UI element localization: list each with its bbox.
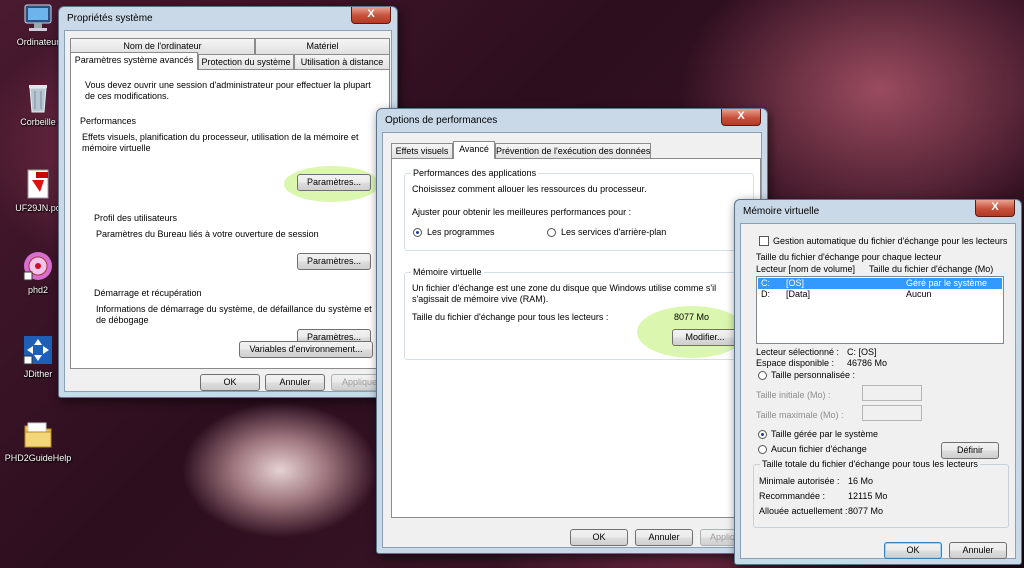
processor-scheduling-group: Performances des applications Choisissez… [404, 168, 754, 251]
drive-list[interactable]: C: [OS] Géré par le système D: [Data] Au… [756, 276, 1004, 344]
group-description: Choisissez comment allouer les ressource… [412, 184, 647, 194]
total-paging-group: Taille totale du fichier d'échange pour … [753, 459, 1009, 528]
selected-drive-value: C: [OS] [847, 347, 877, 357]
per-drive-label: Taille du fichier d'échange pour chaque … [756, 252, 942, 262]
drive-letter: D: [761, 289, 770, 299]
window-title: Options de performances [385, 115, 498, 126]
group-label: Taille totale du fichier d'échange pour … [760, 459, 980, 469]
tab-system-protection[interactable]: Protection du système [198, 54, 294, 70]
title-bar[interactable]: Propriétés système X [59, 7, 397, 30]
window-client-area: Nom de l'ordinateur Matériel Paramètres … [64, 30, 392, 392]
group-description: Effets visuels, planification du process… [82, 132, 359, 153]
close-button[interactable]: X [975, 200, 1015, 217]
virtual-memory-window: Mémoire virtuelle X Gestion automatique … [734, 199, 1022, 565]
admin-note: Vous devez ouvrir une session d'administ… [85, 80, 371, 101]
drive-size: Aucun [906, 289, 932, 299]
close-button[interactable]: X [351, 7, 391, 24]
system-properties-window: Propriétés système X Nom de l'ordinateur… [58, 6, 398, 398]
list-item[interactable]: C: [OS] Géré par le système [758, 278, 1002, 289]
group-label: Profil des utilisateurs [94, 213, 178, 223]
desktop-icon-folder[interactable]: PHD2GuideHelp [2, 418, 74, 463]
tab-remote[interactable]: Utilisation à distance [294, 54, 390, 70]
group-description: Paramètres du Bureau liés à votre ouvert… [96, 229, 319, 239]
drive-size: Géré par le système [906, 278, 988, 288]
drive-letter: C: [761, 278, 770, 288]
recommended-value: 12115 Mo [848, 491, 888, 501]
currently-allocated-label: Allouée actuellement : [759, 506, 848, 516]
radio-background-services-label[interactable]: Les services d'arrière-plan [561, 227, 666, 238]
radio-system-managed[interactable] [758, 430, 767, 439]
jdither-app-icon [22, 334, 54, 366]
window-title: Mémoire virtuelle [743, 206, 820, 217]
initial-size-label: Taille initiale (Mo) : [756, 390, 831, 400]
tab-panel: Performances des applications Choisissez… [391, 158, 761, 518]
ok-button[interactable]: OK [570, 529, 628, 546]
radio-custom-size-label[interactable]: Taille personnalisée : [771, 370, 855, 381]
tab-advanced-settings[interactable]: Paramètres système avancés [70, 52, 198, 70]
recommended-label: Recommandée : [759, 491, 826, 501]
computer-icon [22, 2, 54, 34]
close-button[interactable]: X [721, 109, 761, 126]
list-item[interactable]: D: [Data] Aucun [758, 289, 1002, 300]
phd2-app-icon [22, 250, 54, 282]
min-allowed-label: Minimale autorisée : [759, 476, 840, 486]
modify-button[interactable]: Modifier... [672, 329, 738, 346]
group-label: Démarrage et récupération [94, 288, 202, 298]
min-allowed-value: 16 Mo [848, 476, 874, 486]
radio-custom-size[interactable] [758, 371, 767, 380]
column-header-drive: Lecteur [nom de volume] [756, 264, 856, 274]
ok-button[interactable]: OK [884, 542, 942, 559]
performance-settings-button[interactable]: Paramètres... [297, 174, 371, 191]
initial-size-field[interactable] [862, 385, 922, 401]
drive-name: [Data] [786, 289, 811, 299]
free-space-value: 46786 Mo [847, 358, 888, 368]
folder-icon [22, 418, 54, 450]
ok-button[interactable]: OK [200, 374, 260, 391]
paging-size-label: Taille du fichier d'échange pour tous le… [412, 312, 609, 322]
window-client-area: Effets visuels Avancé Prévention de l'ex… [382, 132, 762, 548]
title-bar[interactable]: Options de performances X [377, 109, 767, 132]
cancel-button[interactable]: Annuler [635, 529, 693, 546]
define-button[interactable]: Définir [941, 442, 999, 459]
auto-manage-label[interactable]: Gestion automatique du fichier d'échange… [773, 236, 1007, 247]
free-space-label: Espace disponible : [756, 358, 835, 368]
title-bar[interactable]: Mémoire virtuelle X [735, 200, 1021, 223]
drive-name: [OS] [786, 278, 805, 288]
tab-panel: Vous devez ouvrir une session d'administ… [70, 69, 390, 369]
column-header-size: Taille du fichier d'échange (Mo) [869, 264, 994, 274]
recycle-bin-icon [22, 82, 54, 114]
pdf-file-icon [22, 168, 54, 200]
selected-drive-label: Lecteur sélectionné : [756, 347, 840, 357]
tab-dep[interactable]: Prévention de l'exécution des données [495, 143, 651, 159]
radio-background-services[interactable] [547, 228, 556, 237]
max-size-field[interactable] [862, 405, 922, 421]
group-label: Performances des applications [411, 168, 539, 178]
virtual-memory-group: Mémoire virtuelle Un fichier d'échange e… [404, 267, 754, 360]
tab-hardware[interactable]: Matériel [255, 38, 390, 54]
currently-allocated-value: 8077 Mo [848, 506, 884, 516]
paging-size-value: 8077 Mo [674, 312, 710, 322]
tab-advanced[interactable]: Avancé [453, 141, 495, 159]
tab-visual-effects[interactable]: Effets visuels [391, 143, 453, 159]
radio-no-paging-label[interactable]: Aucun fichier d'échange [771, 444, 867, 455]
window-title: Propriétés système [67, 13, 153, 24]
radio-programs[interactable] [413, 228, 422, 237]
radio-no-paging[interactable] [758, 445, 767, 454]
radio-system-managed-label[interactable]: Taille gérée par le système [771, 429, 878, 440]
window-client-area: Gestion automatique du fichier d'échange… [740, 223, 1016, 559]
max-size-label: Taille maximale (Mo) : [756, 410, 844, 420]
desktop-icon-label: PHD2GuideHelp [4, 453, 72, 463]
group-label: Performances [80, 116, 137, 126]
radio-programs-label[interactable]: Les programmes [427, 227, 495, 238]
cancel-button[interactable]: Annuler [265, 374, 325, 391]
adjust-label: Ajuster pour obtenir les meilleures perf… [412, 207, 632, 217]
environment-variables-button[interactable]: Variables d'environnement... [239, 341, 373, 358]
profiles-settings-button[interactable]: Paramètres... [297, 253, 371, 270]
group-description: Informations de démarrage du système, de… [96, 304, 372, 325]
group-description: Un fichier d'échange est une zone du dis… [412, 283, 717, 304]
auto-manage-checkbox[interactable] [759, 236, 769, 246]
cancel-button[interactable]: Annuler [949, 542, 1007, 559]
performance-options-window: Options de performances X Effets visuels… [376, 108, 768, 554]
group-label: Mémoire virtuelle [411, 267, 484, 277]
